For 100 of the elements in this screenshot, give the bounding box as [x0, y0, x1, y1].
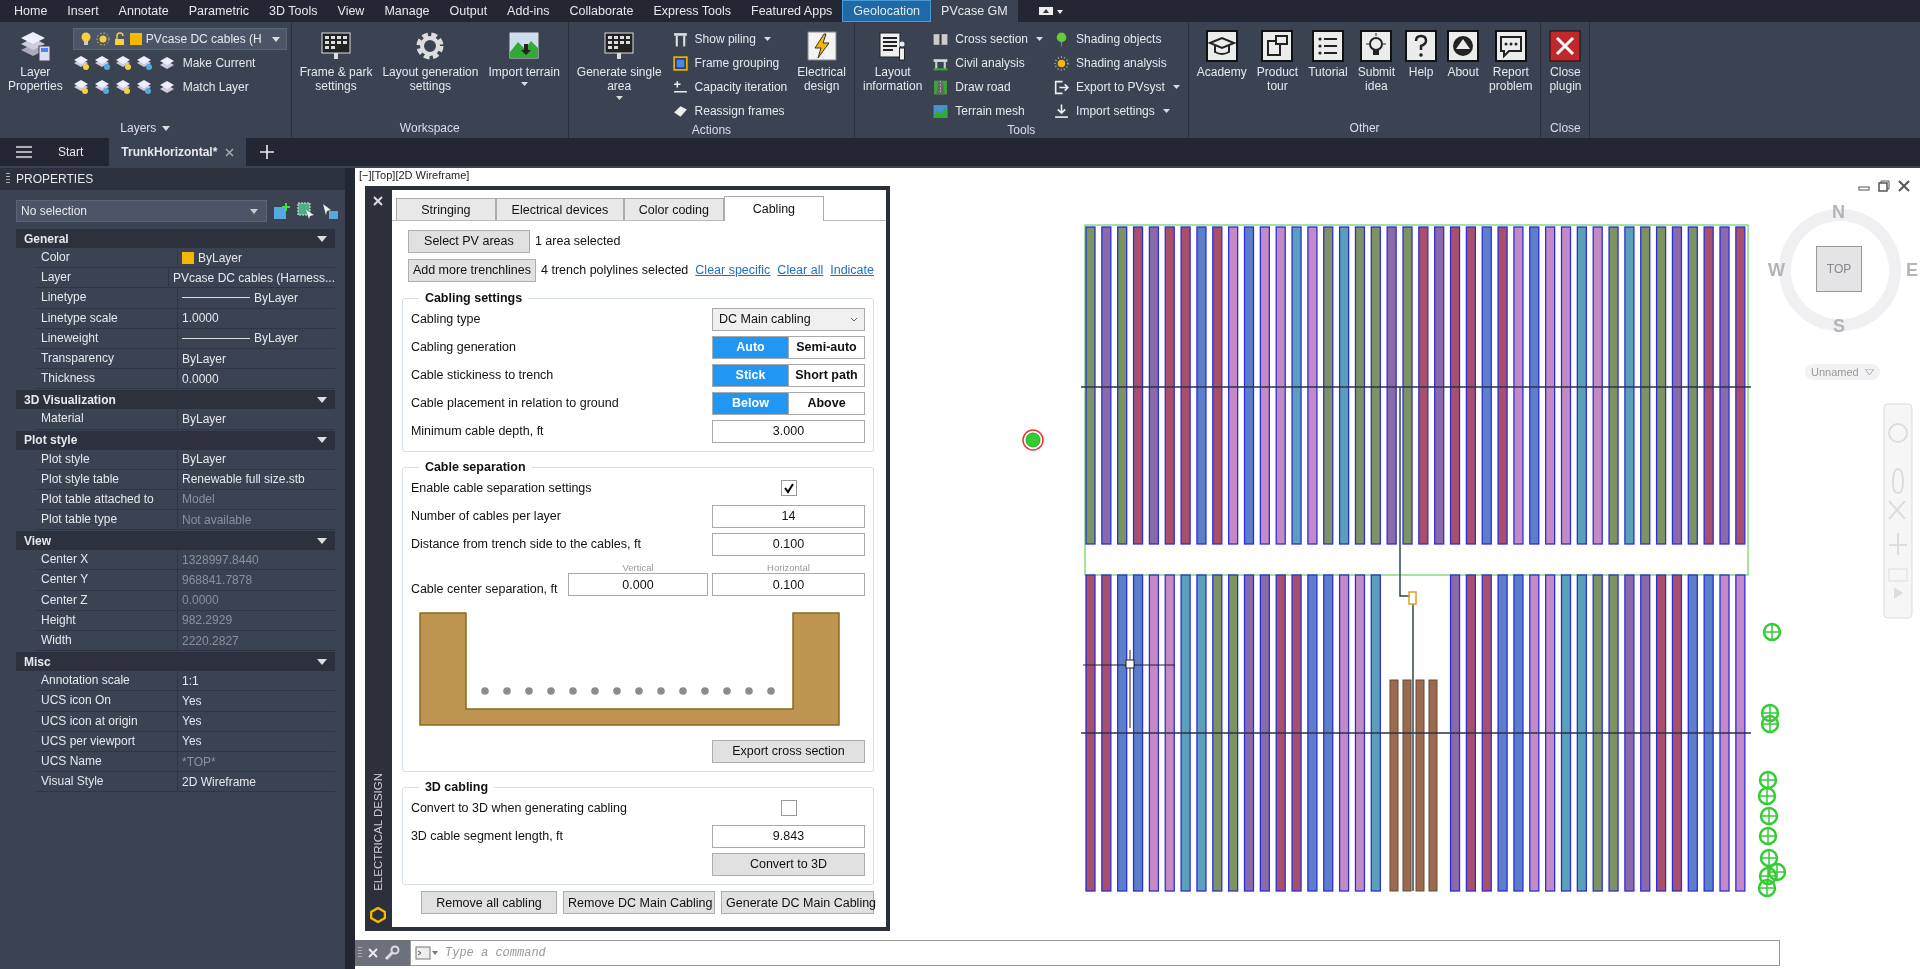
ribbon-button[interactable]: Layout information [858, 28, 927, 95]
ribbon-tab[interactable]: Add-ins [497, 0, 560, 22]
ribbon-button[interactable]: Show piling [669, 28, 790, 50]
property-value[interactable]: ByLayer [178, 328, 335, 348]
layer-tool-icon[interactable] [93, 55, 112, 71]
document-tab[interactable]: Start [46, 138, 96, 166]
property-value[interactable]: Renewable full size.stb [178, 469, 335, 489]
property-value[interactable]: PVcase DC cables (Harness... [168, 268, 335, 288]
grip-icon[interactable] [6, 173, 10, 185]
ribbon-button[interactable]: Reassign frames [669, 100, 790, 122]
ribbon-minimize-icon[interactable] [1037, 5, 1064, 17]
property-value[interactable]: ByLayer [178, 288, 335, 308]
ribbon-tab[interactable]: View [327, 0, 375, 22]
layer-dropdown[interactable]: PVcase DC cables (H [72, 28, 287, 50]
layer-tool-icon[interactable] [72, 79, 91, 95]
action-button[interactable]: Convert to 3D [712, 852, 865, 876]
grip-icon[interactable] [358, 947, 362, 959]
ribbon-tab[interactable]: Featured Apps [741, 0, 843, 22]
ribbon-button[interactable]: Make Current [156, 52, 258, 74]
selection-dropdown[interactable]: No selection [16, 200, 268, 222]
ribbon-button[interactable]: Match Layer [156, 76, 251, 98]
checkbox[interactable] [780, 800, 797, 816]
ribbon-tab[interactable]: 3D Tools [259, 0, 328, 22]
ribbon-button[interactable]: Help [1401, 28, 1442, 81]
layer-tool-icon[interactable] [114, 55, 133, 71]
ribbon-button[interactable]: Layer Properties [4, 28, 67, 95]
link[interactable]: Clear specific [695, 263, 771, 277]
action-button[interactable]: Remove all cabling [421, 891, 557, 914]
section-header[interactable]: Misc [16, 652, 335, 672]
ribbon-tab[interactable]: Express Tools [643, 0, 742, 22]
link[interactable]: Indicate [830, 263, 874, 277]
section-header[interactable]: 3D Visualization [16, 390, 335, 410]
ribbon-button[interactable]: Submit idea [1353, 28, 1400, 95]
property-value[interactable]: ByLayer [178, 248, 335, 268]
property-value[interactable]: ByLayer [178, 449, 335, 469]
ribbon-button[interactable]: Cross section [930, 28, 1046, 50]
ribbon-button[interactable]: Report problem [1485, 28, 1537, 95]
layer-tool-icon[interactable] [114, 79, 133, 95]
ribbon-tab[interactable]: Output [439, 0, 498, 22]
ribbon-tab[interactable]: Manage [374, 0, 440, 22]
ribbon-button[interactable]: Export to PVsyst [1051, 76, 1182, 98]
section-header[interactable]: General [16, 229, 335, 248]
property-value[interactable]: 1.0000 [178, 308, 335, 328]
close-icon[interactable] [225, 147, 235, 157]
ribbon-tab[interactable]: Collaborate [559, 0, 644, 22]
ribbon-button[interactable]: Frame grouping [669, 52, 790, 74]
dialog-tab[interactable]: Cabling [723, 196, 824, 221]
input-field[interactable]: 9.843 [712, 824, 865, 848]
property-value[interactable]: ByLayer [178, 409, 335, 429]
ribbon-button[interactable]: Capacity iteration [669, 76, 790, 98]
ribbon-button[interactable]: Layout generation settings [378, 28, 483, 95]
action-button[interactable]: Export cross section [712, 739, 865, 763]
ribbon-tab[interactable]: Geolocation [842, 0, 932, 22]
action-button[interactable]: Remove DC Main Cabling [563, 891, 715, 914]
ribbon-tab[interactable]: Insert [57, 0, 109, 22]
ribbon-button[interactable]: Close plugin [1545, 28, 1586, 95]
action-button[interactable]: Add more trenchlines [407, 258, 536, 282]
viewport-label[interactable]: [−][Top][2D Wireframe] [359, 169, 470, 182]
ribbon-button[interactable]: About [1443, 28, 1484, 81]
ribbon-button[interactable]: Shading objects [1051, 28, 1182, 50]
section-header[interactable]: View [16, 531, 335, 551]
ribbon-tab[interactable]: Home [4, 0, 58, 22]
quick-select-icon[interactable] [321, 202, 339, 220]
input-field[interactable]: 14 [712, 504, 865, 528]
property-value[interactable]: ByLayer [178, 348, 335, 369]
ribbon-button[interactable]: Product tour [1252, 28, 1303, 95]
ribbon-button[interactable]: Import terrain [484, 28, 564, 88]
command-field[interactable]: Type a command [410, 940, 1780, 966]
ribbon-button[interactable]: Frame & park settings [295, 28, 377, 95]
ribbon-button[interactable]: Tutorial [1304, 28, 1352, 81]
ribbon-button[interactable]: Shading analysis [1051, 52, 1182, 74]
dialog-tab[interactable]: Stringing [395, 198, 496, 220]
input-field[interactable]: 0.100 [712, 532, 865, 556]
wrench-icon[interactable] [384, 945, 400, 961]
property-value[interactable]: Yes [178, 691, 335, 711]
layer-tool-icon[interactable] [93, 79, 112, 95]
property-value[interactable]: Yes [178, 711, 335, 731]
add-tab-icon[interactable] [260, 145, 275, 159]
dropdown-field[interactable]: DC Main cabling [712, 307, 865, 331]
ribbon-button[interactable]: Import settings [1051, 100, 1182, 122]
dialog-tab[interactable]: Color coding [623, 198, 724, 220]
property-value[interactable]: 2D Wireframe [178, 772, 335, 792]
input-field[interactable]: 0.000 [568, 573, 708, 596]
link[interactable]: Clear all [777, 263, 824, 277]
close-icon[interactable] [1898, 180, 1910, 192]
layer-tool-icon[interactable] [72, 55, 91, 71]
property-value[interactable]: 1:1 [178, 671, 335, 691]
action-button[interactable]: Generate DC Main Cabling [721, 891, 874, 914]
input-field[interactable]: 3.000 [712, 419, 865, 443]
document-tab[interactable]: TrunkHorizontal* [109, 138, 247, 166]
select-objects-icon[interactable] [297, 202, 316, 220]
ribbon-button[interactable]: Generate single area [572, 28, 666, 102]
ribbon-button[interactable]: Draw road [930, 76, 1046, 98]
layer-tool-icon[interactable] [135, 79, 154, 95]
property-value[interactable]: Yes [178, 731, 335, 751]
ribbon-tab[interactable]: Annotate [108, 0, 179, 22]
section-header[interactable]: Plot style [16, 430, 335, 450]
checkbox[interactable] [780, 480, 797, 496]
ribbon-tab[interactable]: Parametric [178, 0, 260, 22]
panel-title[interactable]: Layers [4, 118, 287, 138]
